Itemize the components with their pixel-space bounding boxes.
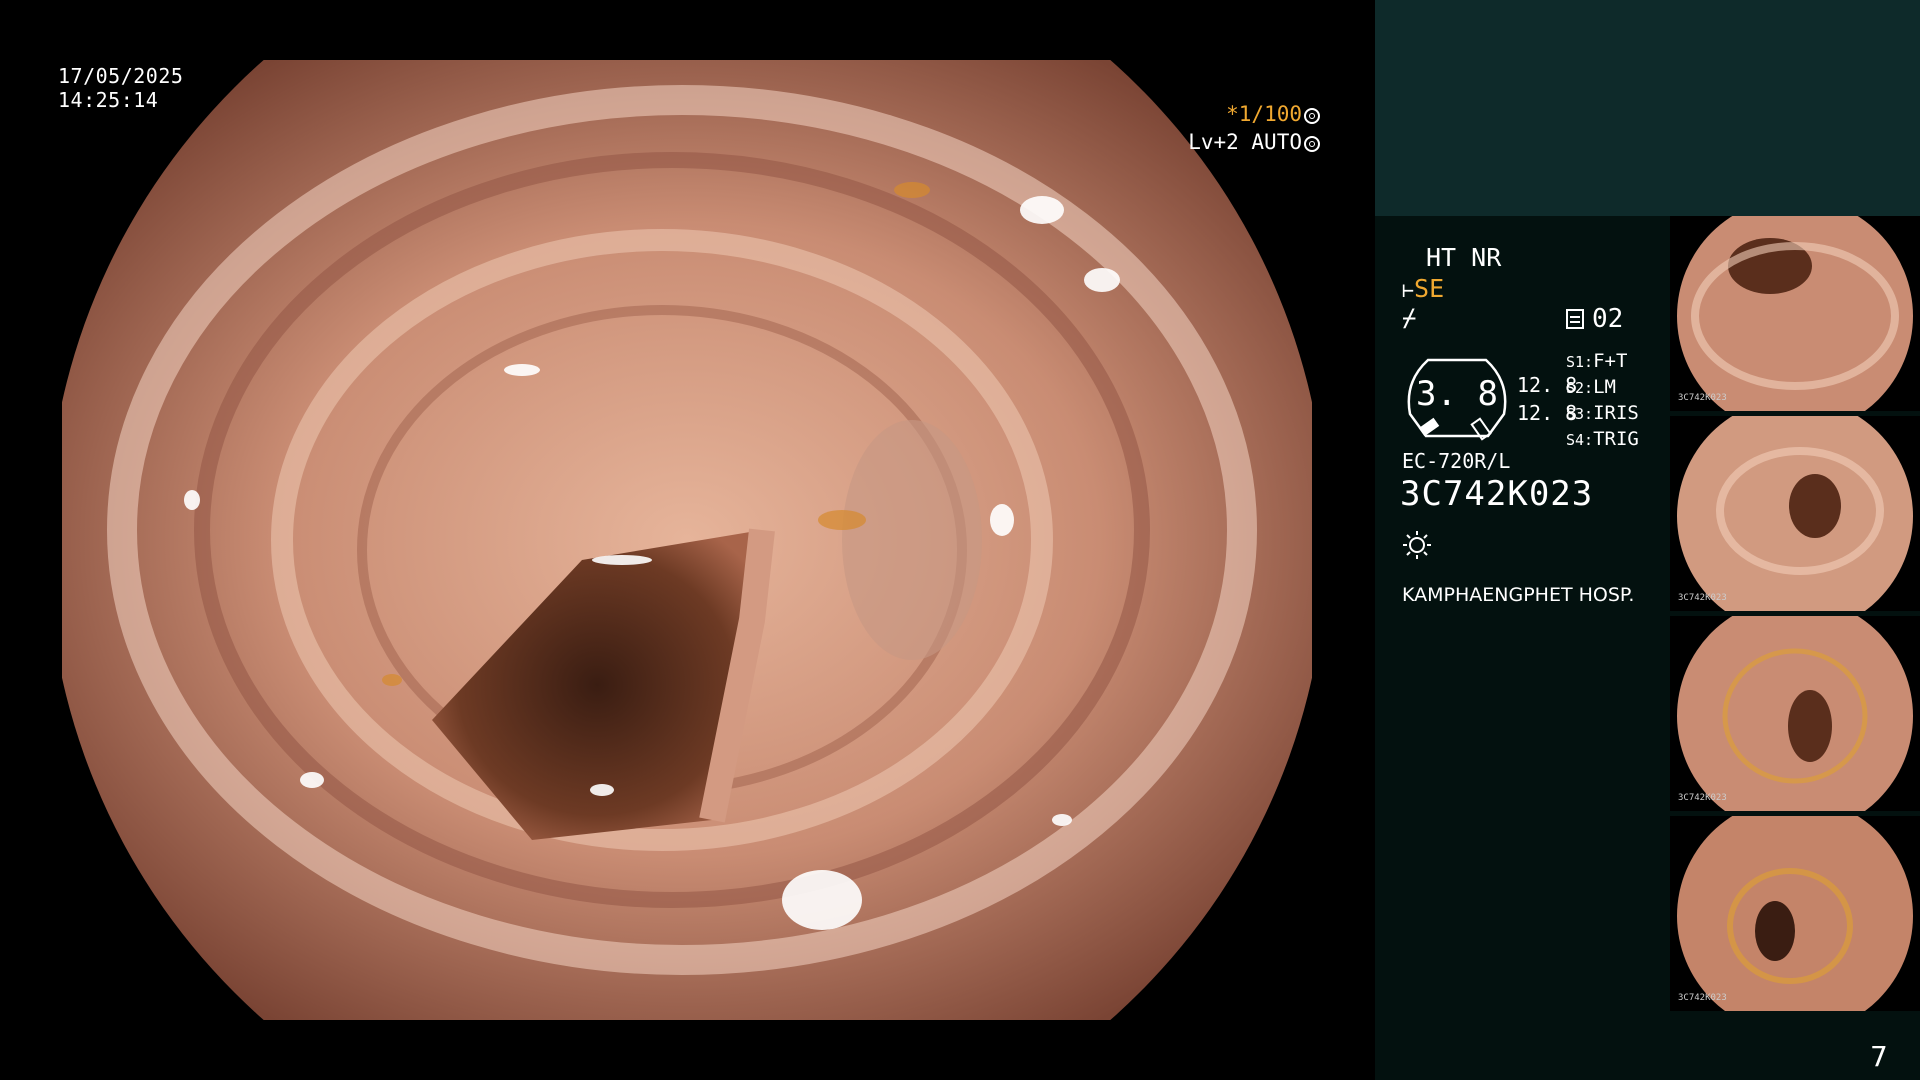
level-mode: Lv+2 AUTO: [1188, 130, 1302, 154]
setting-key: S1:: [1566, 353, 1594, 371]
slot-icon: [1566, 309, 1584, 329]
sub-symbol: ⌿: [1402, 304, 1417, 332]
image-overlay: *1/100 Lv+2 AUTO: [1188, 100, 1320, 156]
setting-value: F+T: [1593, 350, 1628, 372]
slot-number: 02: [1592, 304, 1624, 334]
thumbnail-caption: 3C742K023: [1678, 593, 1727, 603]
setting-row: S4:TRIG: [1566, 427, 1639, 453]
se-indicator: ⊢SE: [1402, 274, 1444, 303]
endoscopy-main-view: [62, 60, 1312, 1020]
memory-slot: 02: [1566, 304, 1623, 334]
auto-icon: [1304, 136, 1320, 152]
light-icon: [1403, 531, 1431, 559]
mode-flags: HT NR: [1426, 243, 1502, 272]
scope-icon: ⊢: [1402, 278, 1415, 302]
thumbnail-caption: 3C742K023: [1678, 793, 1727, 803]
scope-serial: 3C742K023: [1400, 474, 1594, 514]
gauge-value: 3. 8: [1416, 374, 1498, 414]
setting-key: S3:: [1566, 405, 1594, 423]
shutter-line: *1/100: [1188, 100, 1320, 128]
switch-settings: S1:F+T S2:LM S3:IRIS S4:TRIG: [1566, 349, 1639, 453]
panel-header-area: [1375, 0, 1920, 216]
capture-thumbnail[interactable]: 3C742K023: [1670, 216, 1920, 411]
aperture-icon: [1304, 108, 1320, 124]
setting-value: LM: [1593, 376, 1616, 398]
shutter-speed: *1/100: [1226, 102, 1302, 126]
setting-row: S1:F+T: [1566, 349, 1639, 375]
capture-thumbnail[interactable]: 3C742K023: [1670, 616, 1920, 811]
setting-value: IRIS: [1593, 402, 1639, 424]
capture-thumbnail[interactable]: 3C742K023: [1670, 816, 1920, 1011]
setting-row: S3:IRIS: [1566, 401, 1639, 427]
page-number: 7: [1870, 1040, 1888, 1073]
level-line: Lv+2 AUTO: [1188, 128, 1320, 156]
setting-key: S4:: [1566, 431, 1594, 449]
setting-key: S2:: [1566, 379, 1594, 397]
hospital-name: KAMPHAENGPHET HOSP.: [1402, 584, 1635, 606]
capture-thumbnail[interactable]: 3C742K023: [1670, 416, 1920, 611]
thumbnail-caption: 3C742K023: [1678, 993, 1727, 1003]
thumbnail-caption: 3C742K023: [1678, 393, 1727, 403]
setting-row: S2:LM: [1566, 375, 1639, 401]
setting-value: TRIG: [1593, 428, 1639, 450]
se-label: SE: [1414, 274, 1445, 303]
scope-model: EC-720R/L: [1402, 449, 1511, 473]
